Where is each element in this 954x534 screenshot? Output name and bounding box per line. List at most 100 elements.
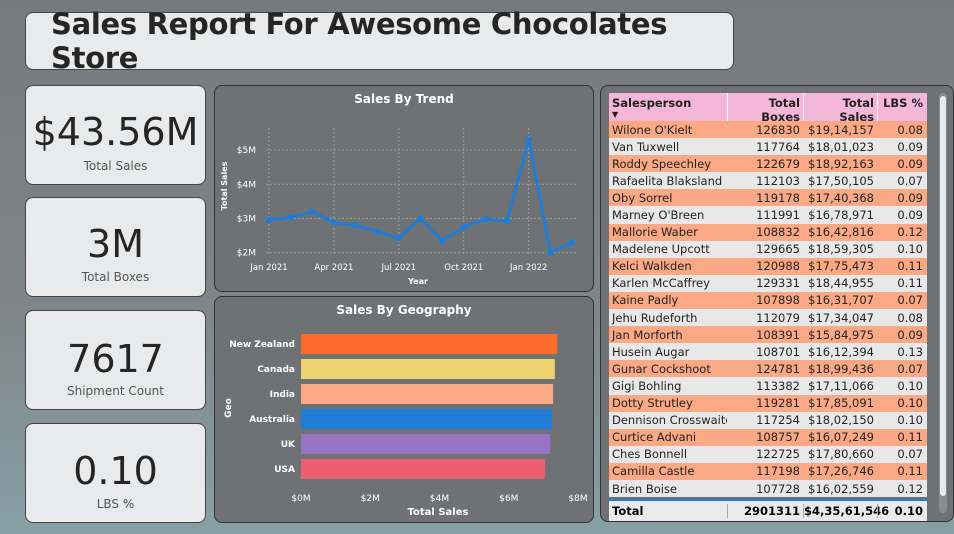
table-row[interactable]: Karlen McCaffrey 129331 $18,44,955 0.11 xyxy=(609,274,927,292)
cell-total-sales: $19,14,157 xyxy=(808,122,874,137)
kpi-lbs-card[interactable]: 0.10 LBS % xyxy=(25,423,206,523)
salesperson-table[interactable]: Salesperson Total Boxes Total Sales LBS … xyxy=(609,93,927,522)
cell-salesperson: Jan Morforth xyxy=(612,327,683,342)
cell-total-boxes: 119178 xyxy=(756,190,800,205)
kpi-shipment-count-label: Shipment Count xyxy=(66,384,164,398)
geo-bar[interactable] xyxy=(301,384,554,404)
kpi-shipment-count-card[interactable]: 7617 Shipment Count xyxy=(25,310,206,410)
sales-geo-chart[interactable]: New Zealand Canada India Australia UK USA $0M… xyxy=(214,296,594,523)
table-row[interactable]: Van Tuxwell 117764 $18,01,023 0.09 xyxy=(609,138,927,156)
kpi-total-sales-value: $43.56M xyxy=(32,110,199,154)
total-label: Total xyxy=(612,504,644,519)
table-row[interactable]: Curtice Advani 108757 $16,07,249 0.11 xyxy=(609,428,927,446)
table-row[interactable]: Camilla Castle 117198 $17,26,746 0.11 xyxy=(609,462,927,480)
column-header-lbs[interactable]: LBS % xyxy=(877,93,927,121)
table-row[interactable]: Roddy Speechley 122679 $18,92,163 0.09 xyxy=(609,155,927,173)
kpi-total-sales-card[interactable]: $43.56M Total Sales xyxy=(25,85,206,185)
table-row[interactable]: Husein Augar 108701 $16,12,394 0.13 xyxy=(609,343,927,361)
geo-category-label: Australia xyxy=(249,415,295,425)
sort-descending-icon[interactable]: ▼ xyxy=(612,110,618,119)
cell-lbs: 0.10 xyxy=(897,242,923,257)
trend-x-tick-label: Jan 2021 xyxy=(249,263,287,273)
geo-bar[interactable] xyxy=(301,334,558,354)
column-header-salesperson[interactable]: Salesperson xyxy=(609,93,727,121)
cell-total-sales: $16,42,816 xyxy=(808,225,874,240)
cell-total-sales: $17,11,066 xyxy=(808,378,874,393)
table-header-row: Salesperson Total Boxes Total Sales LBS … xyxy=(609,93,927,124)
kpi-total-boxes-label: Total Boxes xyxy=(81,270,150,284)
cell-salesperson: Van Tuxwell xyxy=(612,139,680,154)
cell-lbs: 0.10 xyxy=(897,413,923,428)
cell-total-sales: $18,59,305 xyxy=(808,242,874,257)
table-row[interactable]: Dennison Crosswaite 117254 $18,02,150 0.10 xyxy=(609,411,927,429)
trend-data-point[interactable] xyxy=(309,208,316,215)
sales-trend-chart[interactable]: $2M $3M $4M $5M Jan 2021 Apr 2021 Jul 2021 Oct… xyxy=(214,85,594,292)
cell-lbs: 0.09 xyxy=(897,190,923,205)
trend-data-point[interactable] xyxy=(525,136,532,144)
table-row[interactable]: Jan Morforth 108391 $15,84,975 0.09 xyxy=(609,326,927,344)
cell-total-boxes: 120988 xyxy=(756,259,800,274)
table-row[interactable]: Kaine Padly 107898 $16,31,707 0.07 xyxy=(609,291,927,310)
trend-data-point[interactable] xyxy=(503,217,511,225)
table-row[interactable]: Gunar Cockshoot 124781 $18,99,436 0.07 xyxy=(609,360,927,378)
trend-data-point[interactable] xyxy=(374,228,381,235)
trend-y-tick-label: $5M xyxy=(237,146,256,156)
cell-salesperson: Dotty Strutley xyxy=(612,396,693,411)
trend-data-point[interactable] xyxy=(330,219,338,226)
cell-salesperson: Brien Boise xyxy=(612,481,678,496)
geo-bar[interactable] xyxy=(301,459,546,479)
cell-salesperson: Gunar Cockshoot xyxy=(612,361,711,376)
trend-data-point[interactable] xyxy=(352,222,359,229)
table-row[interactable]: Dotty Strutley 119281 $17,85,091 0.10 xyxy=(609,394,927,412)
table-row[interactable]: Oby Sorrel 119178 $17,40,368 0.09 xyxy=(609,189,927,207)
trend-x-tick-label: Jan 2022 xyxy=(509,263,547,273)
geo-bar[interactable] xyxy=(301,409,553,429)
cell-total-sales: $16,07,249 xyxy=(808,430,874,445)
cell-total-boxes: 108701 xyxy=(756,344,800,359)
trend-x-tick-label: Apr 2021 xyxy=(314,263,353,273)
geo-x-axis-label: Total Sales xyxy=(408,507,469,518)
trend-data-point[interactable] xyxy=(265,216,273,224)
geo-category-label: Canada xyxy=(257,365,295,375)
geo-bar[interactable] xyxy=(301,359,555,379)
trend-y-tick-label: $2M xyxy=(237,249,256,259)
cell-total-sales: $17,26,746 xyxy=(808,464,874,479)
trend-data-point[interactable] xyxy=(482,215,489,223)
cell-salesperson: Roddy Speechley xyxy=(612,156,712,171)
cell-salesperson: Rafaelita Blaksland xyxy=(612,173,723,188)
table-row[interactable]: Gigi Bohling 113382 $17,11,066 0.10 xyxy=(609,377,927,395)
column-header-total-boxes[interactable]: Total Boxes xyxy=(727,93,803,124)
cell-total-boxes: 117198 xyxy=(756,464,800,479)
cell-total-sales: $18,92,163 xyxy=(808,156,874,171)
kpi-total-boxes-card[interactable]: 3M Total Boxes xyxy=(25,197,206,297)
geo-bar[interactable] xyxy=(301,434,551,454)
cell-lbs: 0.11 xyxy=(897,276,923,291)
cell-total-sales: $15,84,975 xyxy=(808,327,874,342)
trend-data-point[interactable] xyxy=(438,237,446,244)
table-row[interactable]: Madelene Upcott 129665 $18,59,305 0.10 xyxy=(609,240,927,258)
table-scrollbar-thumb[interactable] xyxy=(940,96,946,496)
table-row[interactable]: Marney O'Breen 111991 $16,78,971 0.09 xyxy=(609,206,927,224)
cell-total-boxes: 113382 xyxy=(756,378,800,393)
cell-lbs: 0.11 xyxy=(897,430,923,445)
table-row[interactable]: Jehu Rudeforth 112079 $17,34,047 0.08 xyxy=(609,309,927,327)
table-row[interactable]: Ches Bonnell 122725 $17,80,660 0.07 xyxy=(609,445,927,463)
geo-x-tick-label: $4M xyxy=(430,494,449,504)
cell-total-boxes: 129331 xyxy=(756,276,800,291)
trend-data-point[interactable] xyxy=(568,239,576,246)
trend-data-point[interactable] xyxy=(417,215,424,222)
table-row[interactable]: Brien Boise 107728 $16,02,559 0.12 xyxy=(609,479,927,498)
cell-lbs: 0.11 xyxy=(897,464,923,479)
report-title-card: Sales Report For Awesome Chocolates Stor… xyxy=(25,7,734,75)
trend-data-point[interactable] xyxy=(547,249,554,256)
trend-data-point[interactable] xyxy=(460,223,467,231)
trend-data-point[interactable] xyxy=(395,234,403,242)
trend-data-point[interactable] xyxy=(287,214,294,221)
trend-y-axis-label: Total Sales xyxy=(220,161,229,210)
table-row[interactable]: Kelci Walkden 120988 $17,75,473 0.11 xyxy=(609,257,927,275)
table-row[interactable]: Mallorie Waber 108832 $16,42,816 0.12 xyxy=(609,223,927,241)
trend-x-tick-label: Oct 2021 xyxy=(444,263,483,273)
cell-total-boxes: 126830 xyxy=(756,122,800,137)
table-row[interactable]: Rafaelita Blaksland 112103 $17,50,105 0.07 xyxy=(609,172,927,190)
column-header-total-sales[interactable]: Total Sales xyxy=(803,93,877,124)
